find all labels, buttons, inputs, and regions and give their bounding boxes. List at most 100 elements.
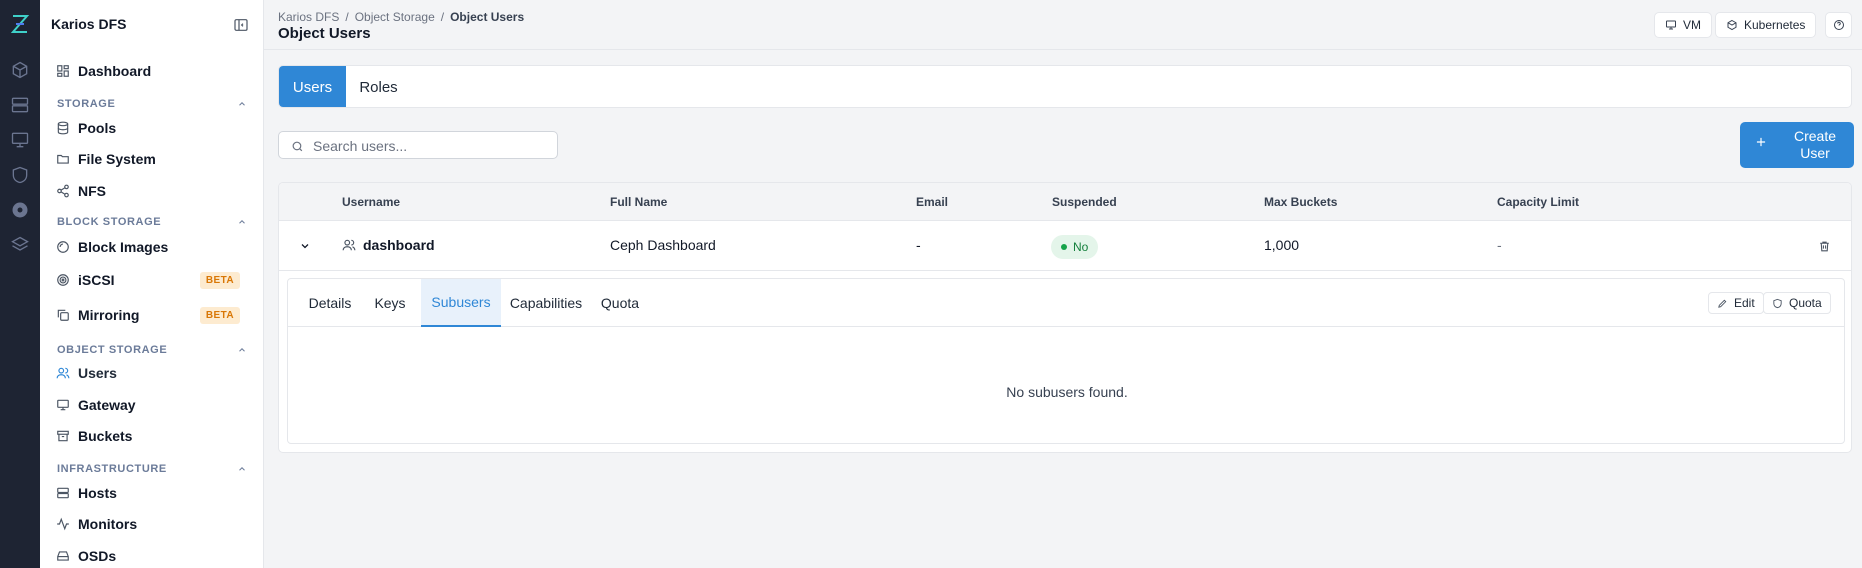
users-icon	[342, 239, 356, 251]
sidebar-item-dashboard[interactable]: Dashboard	[56, 59, 252, 83]
suspended-value: No	[1073, 240, 1089, 254]
sidebar-item-nfs[interactable]: NFS	[56, 179, 252, 203]
beta-badge: BETA	[199, 306, 240, 324]
trash-icon[interactable]	[1818, 240, 1831, 253]
icon-rail	[0, 0, 40, 568]
breadcrumb: Karios DFS / Object Storage / Object Use…	[278, 10, 524, 24]
tab-keys[interactable]: Keys	[368, 279, 412, 327]
search-input[interactable]	[313, 136, 543, 156]
breadcrumb-item[interactable]: Object Storage	[355, 10, 435, 24]
help-icon	[1833, 20, 1844, 30]
detail-tabs: Details Keys Subusers Capabilities Quota…	[288, 279, 1844, 327]
username: dashboard	[363, 237, 435, 253]
layers-icon[interactable]	[10, 235, 30, 255]
disc-icon	[57, 241, 69, 253]
dashboard-icon	[57, 65, 69, 77]
monitor-icon	[1666, 20, 1676, 30]
create-user-button[interactable]: Create User	[1740, 122, 1854, 168]
sidebar-section-block-storage[interactable]: BLOCK STORAGE	[57, 216, 247, 228]
user-detail-panel: Details Keys Subusers Capabilities Quota…	[287, 278, 1845, 444]
column-header[interactable]: Email	[916, 195, 948, 209]
sidebar-item-monitors[interactable]: Monitors	[56, 512, 252, 536]
sidebar-item-label: Pools	[78, 120, 117, 136]
sidebar-item-iscsi[interactable]: iSCSI BETA	[56, 268, 252, 292]
max-buckets-cell: 1,000	[1264, 237, 1300, 253]
vm-label: VM	[1683, 18, 1701, 32]
chevron-up-icon	[239, 220, 245, 224]
help-button[interactable]	[1825, 12, 1852, 38]
quota-button[interactable]: Quota	[1763, 292, 1831, 314]
tab-subusers[interactable]: Subusers	[421, 279, 501, 327]
status-badge: No	[1051, 235, 1099, 259]
users-table: Username Full Name Email Suspended Max B…	[278, 182, 1852, 453]
folder-icon	[57, 154, 69, 164]
sidebar-item-block-images[interactable]: Block Images	[56, 235, 252, 259]
vm-button[interactable]: VM	[1654, 12, 1712, 38]
sidebar-section-infrastructure[interactable]: INFRASTRUCTURE	[57, 463, 247, 475]
database-icon	[57, 121, 69, 135]
tab-capabilities[interactable]: Capabilities	[506, 279, 586, 327]
plus-icon	[1756, 137, 1766, 147]
edit-button[interactable]: Edit	[1708, 292, 1764, 314]
cube-icon[interactable]	[10, 60, 30, 80]
section-label: INFRASTRUCTURE	[57, 463, 167, 475]
sidebar-item-users[interactable]: Users	[56, 361, 252, 385]
shield-icon[interactable]	[10, 165, 30, 185]
chevron-down-icon[interactable]	[299, 240, 311, 252]
full-name-cell: Ceph Dashboard	[610, 237, 716, 253]
sidebar-item-gateway[interactable]: Gateway	[56, 393, 252, 417]
server-icon	[57, 487, 69, 499]
sidebar-item-label: Gateway	[78, 397, 136, 413]
karios-logo-icon[interactable]	[8, 12, 32, 36]
sidebar-collapse-icon[interactable]	[233, 17, 249, 33]
sidebar-item-filesystem[interactable]: File System	[56, 147, 252, 171]
table-header: Username Full Name Email Suspended Max B…	[279, 183, 1851, 221]
sidebar-item-label: iSCSI	[78, 272, 115, 288]
tab-details[interactable]: Details	[302, 279, 358, 327]
search-box	[278, 131, 558, 159]
column-header[interactable]: Capacity Limit	[1497, 195, 1579, 209]
breadcrumb-separator: /	[440, 10, 445, 24]
email-cell: -	[916, 237, 921, 253]
table-row[interactable]: dashboard Ceph Dashboard - No 1,000 -	[279, 221, 1851, 271]
empty-state-message: No subusers found.	[1006, 384, 1128, 400]
search-icon	[292, 141, 303, 152]
main-tabs: Users Roles	[278, 65, 1852, 108]
sidebar-item-label: Block Images	[78, 239, 169, 255]
username-cell: dashboard	[342, 237, 435, 253]
sidebar-item-label: NFS	[78, 183, 106, 199]
kubernetes-button[interactable]: Kubernetes	[1715, 12, 1817, 38]
column-header[interactable]: Max Buckets	[1264, 195, 1337, 209]
sidebar-item-label: Users	[78, 365, 117, 381]
sidebar-item-osds[interactable]: OSDs	[56, 544, 252, 568]
archive-icon	[57, 430, 69, 442]
target-icon	[57, 274, 69, 286]
sidebar-item-label: OSDs	[78, 548, 117, 564]
sidebar: Karios DFS Dashboard STORAGE Pools File …	[40, 0, 264, 568]
sidebar-item-buckets[interactable]: Buckets	[56, 424, 252, 448]
tab-roles[interactable]: Roles	[346, 66, 411, 107]
helm-icon[interactable]	[10, 200, 30, 220]
tab-users[interactable]: Users	[279, 66, 346, 107]
breadcrumb-separator: /	[345, 10, 349, 24]
monitor-icon[interactable]	[10, 130, 30, 150]
column-header[interactable]: Suspended	[1052, 195, 1117, 209]
column-header[interactable]: Full Name	[610, 195, 667, 209]
box-icon	[1727, 19, 1737, 31]
sidebar-item-mirroring[interactable]: Mirroring BETA	[56, 303, 252, 327]
tab-quota[interactable]: Quota	[595, 279, 645, 327]
kubernetes-label: Kubernetes	[1744, 18, 1806, 32]
chevron-up-icon	[239, 102, 245, 106]
server-icon[interactable]	[10, 95, 30, 115]
sidebar-item-hosts[interactable]: Hosts	[56, 481, 252, 505]
sidebar-section-storage[interactable]: STORAGE	[57, 98, 247, 110]
sidebar-item-pools[interactable]: Pools	[56, 116, 252, 140]
chevron-up-icon	[239, 348, 245, 352]
breadcrumb-item[interactable]: Karios DFS	[278, 10, 339, 24]
status-dot	[1061, 244, 1067, 250]
sidebar-section-object-storage[interactable]: OBJECT STORAGE	[57, 344, 247, 356]
create-user-label: Create User	[1793, 128, 1837, 161]
shield-icon	[1773, 298, 1782, 308]
column-header[interactable]: Username	[342, 195, 400, 209]
sidebar-item-label: Monitors	[78, 516, 138, 532]
